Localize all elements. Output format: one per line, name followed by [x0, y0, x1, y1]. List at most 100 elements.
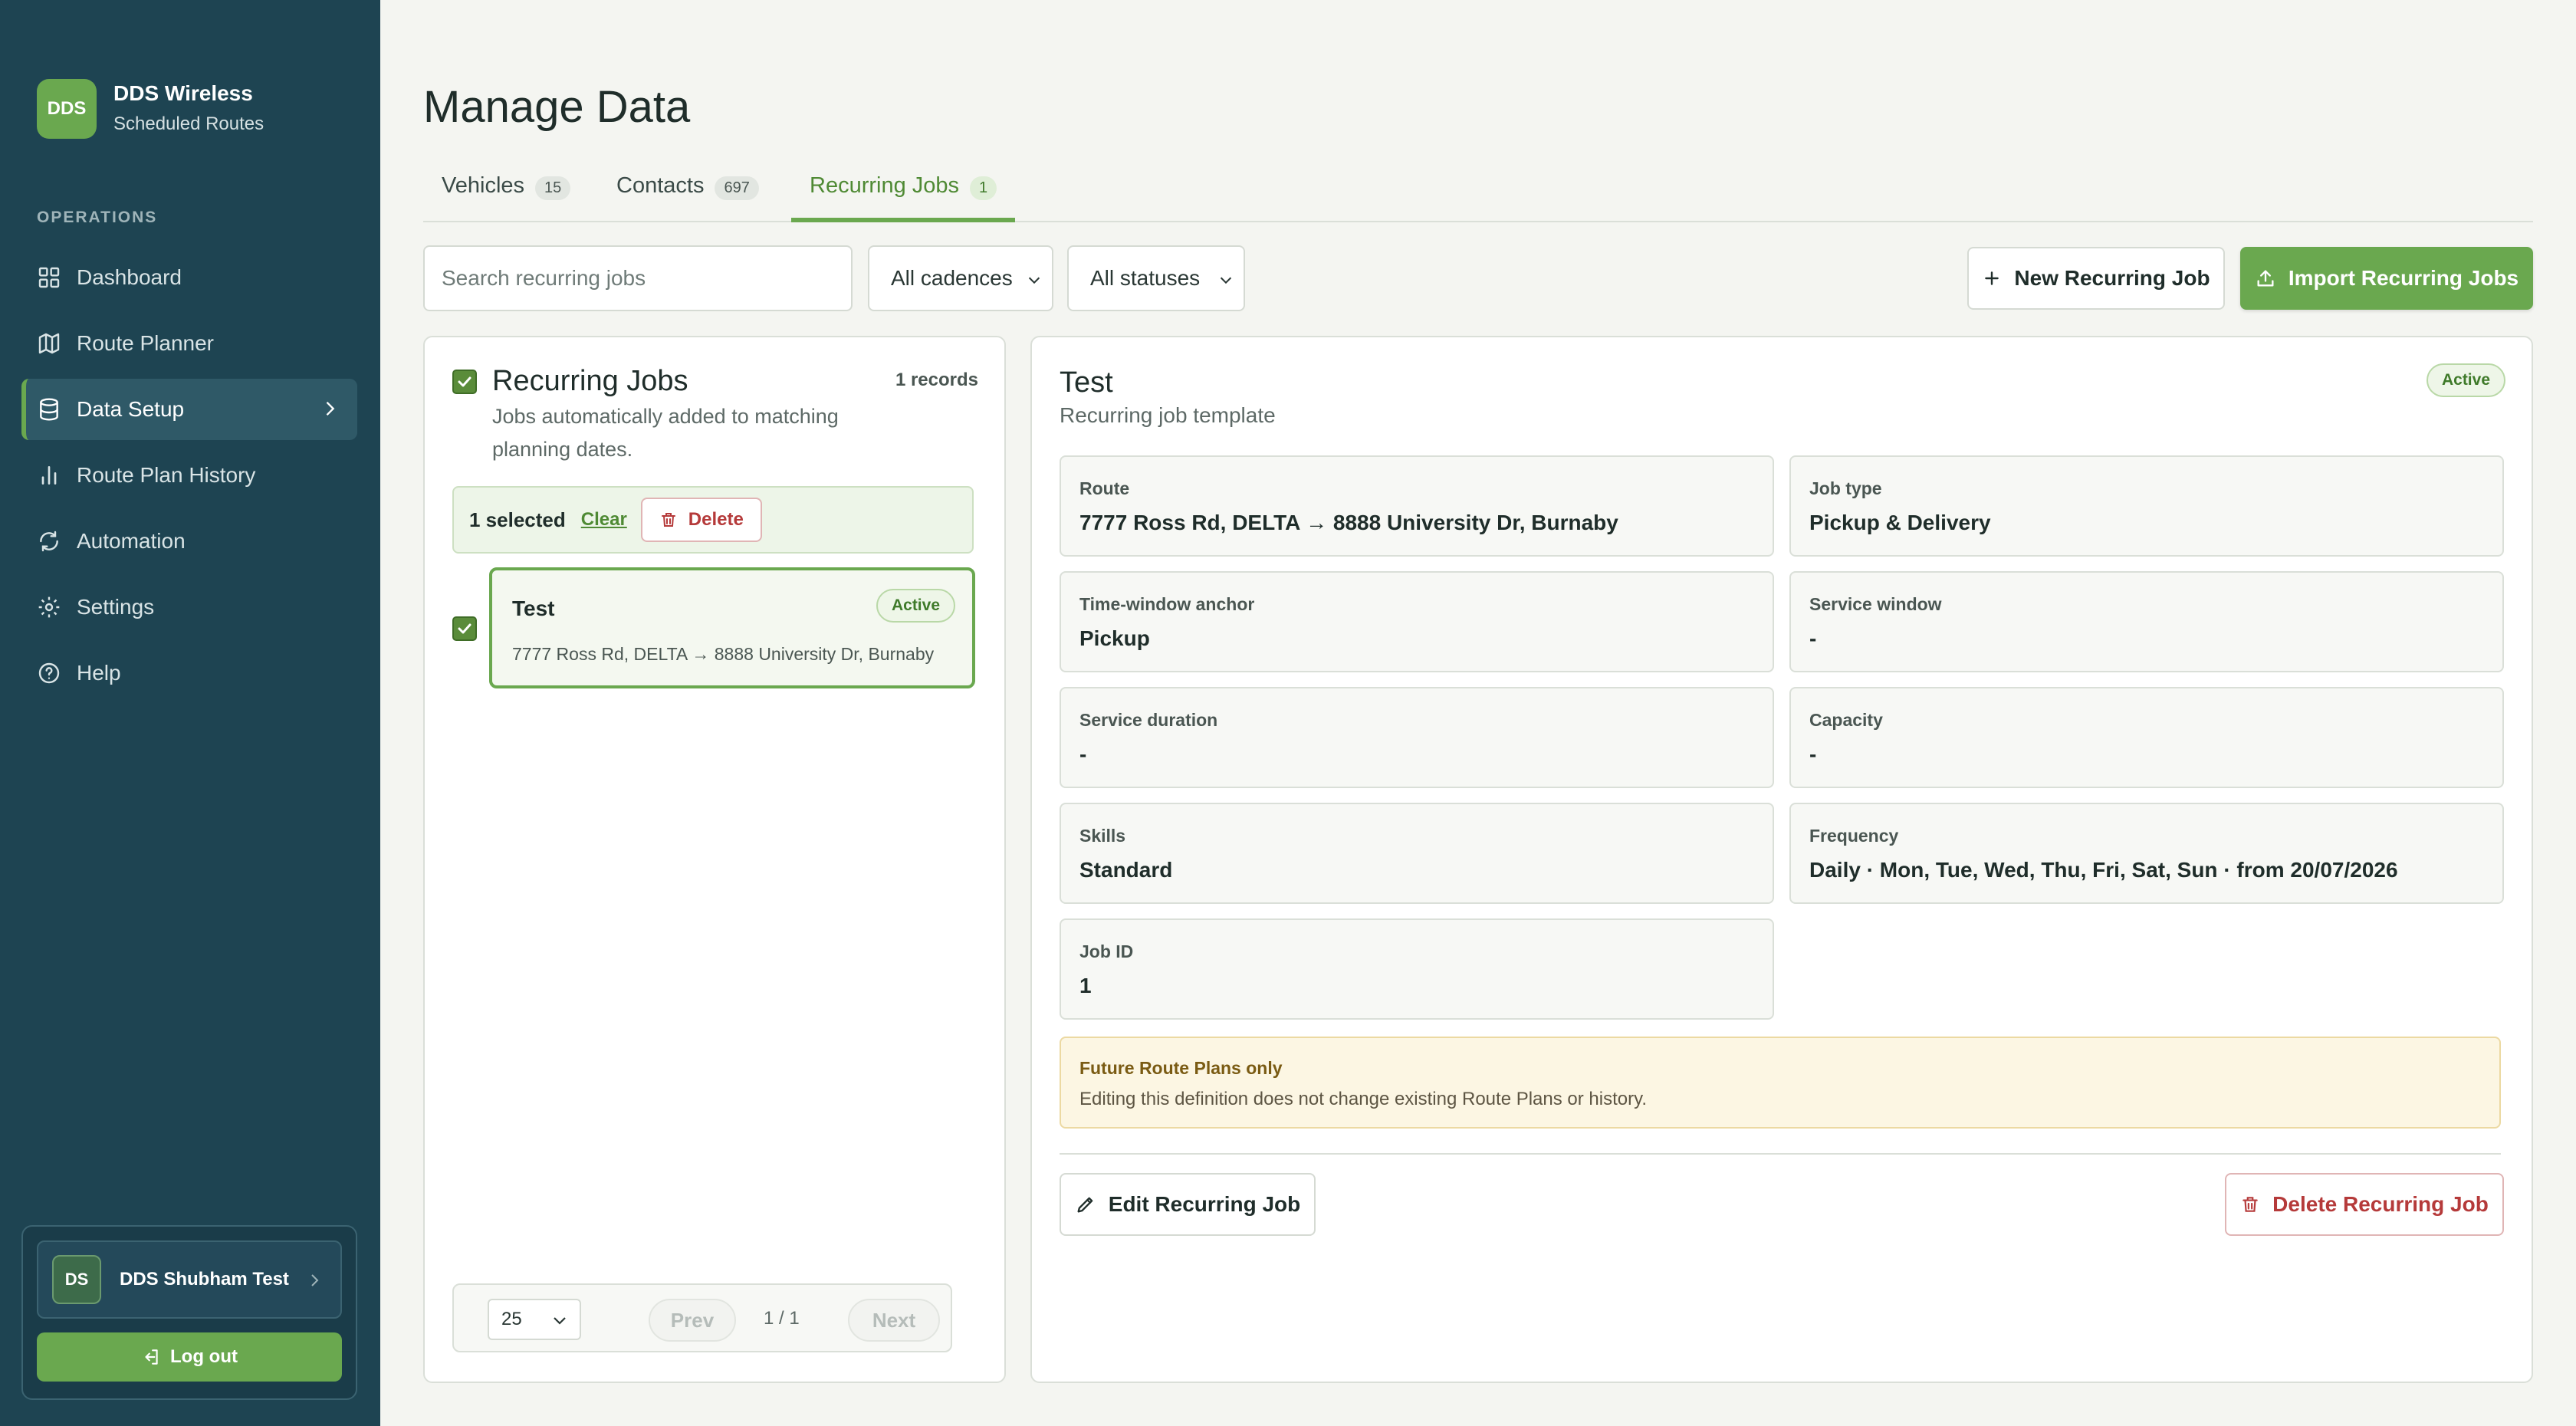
- selection-bar: 1 selected Clear Delete: [452, 486, 974, 554]
- notice-title: Future Route Plans only: [1079, 1058, 1283, 1078]
- database-icon: [40, 398, 58, 421]
- field-job-id: Job ID 1: [1060, 918, 1774, 1020]
- pagination: 25 Prev 1 / 1 Next: [452, 1283, 952, 1352]
- gear-icon: [38, 596, 60, 618]
- next-page-button[interactable]: Next: [848, 1299, 940, 1342]
- cadence-filter-value: All cadences: [891, 266, 1013, 290]
- pencil-icon: [1077, 1197, 1093, 1213]
- trash-icon: [661, 513, 675, 527]
- logout-icon: [145, 1349, 158, 1365]
- page-size-select[interactable]: 25: [488, 1299, 581, 1340]
- nav-section-label: OPERATIONS: [37, 209, 158, 226]
- tab-label: Contacts: [616, 173, 705, 198]
- tab-vehicles[interactable]: Vehicles 15: [442, 161, 571, 222]
- chevron-down-icon: [1028, 277, 1040, 284]
- recurring-job-detail-panel: Test Recurring job template Active Route…: [1030, 336, 2533, 1383]
- brand-title: DDS Wireless: [113, 81, 253, 105]
- upload-icon: [2257, 270, 2274, 287]
- list-panel-title: Recurring Jobs: [492, 365, 688, 397]
- bulk-delete-button[interactable]: Delete: [640, 498, 762, 542]
- sidebar-item-label: Route Planner: [77, 331, 215, 355]
- field-value: Pickup & Delivery: [1809, 511, 1991, 534]
- sidebar-item-label: Automation: [77, 529, 186, 553]
- job-route: 7777 Ross Rd, DELTA → 8888 University Dr…: [512, 644, 935, 664]
- tab-label: Vehicles: [442, 173, 525, 198]
- sidebar-nav: Dashboard Route Planner Data Setup Route…: [21, 247, 357, 708]
- sidebar-item-label: Help: [77, 661, 121, 685]
- field-route: Route 7777 Ross Rd, DELTA → 8888 Univers…: [1060, 455, 1774, 557]
- grid-icon: [38, 267, 60, 288]
- field-service-duration: Service duration -: [1060, 687, 1774, 788]
- field-label: Time-window anchor: [1079, 594, 1255, 614]
- tab-count-badge: 697: [715, 176, 759, 200]
- tab-count-badge: 1: [970, 176, 997, 200]
- field-label: Job ID: [1079, 941, 1134, 961]
- status-filter-select[interactable]: All statuses: [1067, 245, 1245, 311]
- row-checkbox[interactable]: [452, 616, 477, 641]
- list-panel-description: Jobs automatically added to matching pla…: [492, 405, 839, 461]
- refresh-icon: [40, 531, 58, 552]
- sidebar-item-data-setup[interactable]: Data Setup: [21, 379, 357, 440]
- list-item[interactable]: Test Active 7777 Ross Rd, DELTA → 8888 U…: [489, 567, 975, 688]
- import-recurring-jobs-button[interactable]: Import Recurring Jobs: [2240, 247, 2533, 310]
- sidebar-item-dashboard[interactable]: Dashboard: [21, 247, 357, 308]
- chevron-down-icon: [554, 1317, 566, 1325]
- status-badge: Active: [2426, 363, 2505, 397]
- field-value: -: [1809, 742, 1817, 766]
- chevron-right-icon: [311, 1274, 319, 1286]
- sidebar-item-label: Route Plan History: [77, 463, 256, 487]
- field-skills: Skills Standard: [1060, 803, 1774, 904]
- select-all-checkbox[interactable]: [452, 370, 477, 394]
- field-value: Pickup: [1079, 626, 1150, 650]
- page-info: 1 / 1: [764, 1308, 800, 1329]
- sidebar-item-route-plan-history[interactable]: Route Plan History: [21, 445, 357, 506]
- sidebar-item-route-planner[interactable]: Route Planner: [21, 313, 357, 374]
- clear-selection-link[interactable]: Clear: [581, 509, 627, 531]
- sidebar-item-help[interactable]: Help: [21, 642, 357, 704]
- plus-icon: [1985, 271, 1999, 285]
- field-value: -: [1809, 626, 1817, 650]
- field-capacity: Capacity -: [1789, 687, 2504, 788]
- field-value: 1: [1079, 974, 1092, 997]
- bulk-delete-label: Delete: [688, 509, 744, 530]
- field-label: Job type: [1809, 478, 1882, 498]
- checkmark-icon: [458, 376, 472, 387]
- field-label: Service duration: [1079, 710, 1218, 730]
- brand-logo: DDS: [37, 79, 97, 139]
- sidebar-item-settings[interactable]: Settings: [21, 577, 357, 638]
- new-recurring-job-button[interactable]: New Recurring Job: [1967, 247, 2225, 310]
- page-title: Manage Data: [423, 82, 691, 132]
- edit-recurring-job-label: Edit Recurring Job: [1108, 1192, 1301, 1216]
- user-card[interactable]: DS DDS Shubham Test: [37, 1240, 342, 1319]
- bar-chart-icon: [41, 466, 57, 485]
- job-name: Test: [512, 596, 555, 620]
- chevron-down-icon: [1220, 277, 1232, 284]
- logout-button[interactable]: Log out: [37, 1332, 342, 1382]
- sidebar-item-label: Data Setup: [77, 397, 185, 421]
- detail-title: Test: [1060, 366, 1113, 399]
- future-plans-notice: Future Route Plans only Editing this def…: [1060, 1037, 2501, 1129]
- avatar: DS: [52, 1255, 101, 1304]
- tab-contacts[interactable]: Contacts 697: [616, 161, 759, 222]
- tab-bar: Vehicles 15 Contacts 697 Recurring Jobs …: [423, 161, 2533, 222]
- user-name: DDS Shubham Test: [120, 1269, 289, 1290]
- checkmark-icon: [458, 623, 472, 634]
- tab-recurring-jobs[interactable]: Recurring Jobs 1: [791, 161, 1016, 222]
- delete-recurring-job-button[interactable]: Delete Recurring Job: [2225, 1173, 2504, 1236]
- trash-icon: [2242, 1197, 2258, 1212]
- edit-recurring-job-button[interactable]: Edit Recurring Job: [1060, 1173, 1316, 1236]
- prev-page-button[interactable]: Prev: [649, 1299, 736, 1342]
- field-label: Route: [1079, 478, 1130, 498]
- sidebar-item-automation[interactable]: Automation: [21, 511, 357, 572]
- field-label: Frequency: [1809, 826, 1899, 846]
- selected-count: 1 selected: [469, 508, 566, 531]
- field-value: 7777 Ross Rd, DELTA → 8888 University Dr…: [1079, 511, 1618, 534]
- cadence-filter-select[interactable]: All cadences: [868, 245, 1053, 311]
- logout-label: Log out: [170, 1346, 238, 1367]
- field-label: Capacity: [1809, 710, 1883, 730]
- field-label: Skills: [1079, 826, 1126, 846]
- sidebar-item-label: Settings: [77, 595, 155, 619]
- search-input[interactable]: [423, 245, 853, 311]
- field-job-type: Job type Pickup & Delivery: [1789, 455, 2504, 557]
- sidebar: DDS DDS Wireless Scheduled Routes OPERAT…: [0, 0, 380, 1426]
